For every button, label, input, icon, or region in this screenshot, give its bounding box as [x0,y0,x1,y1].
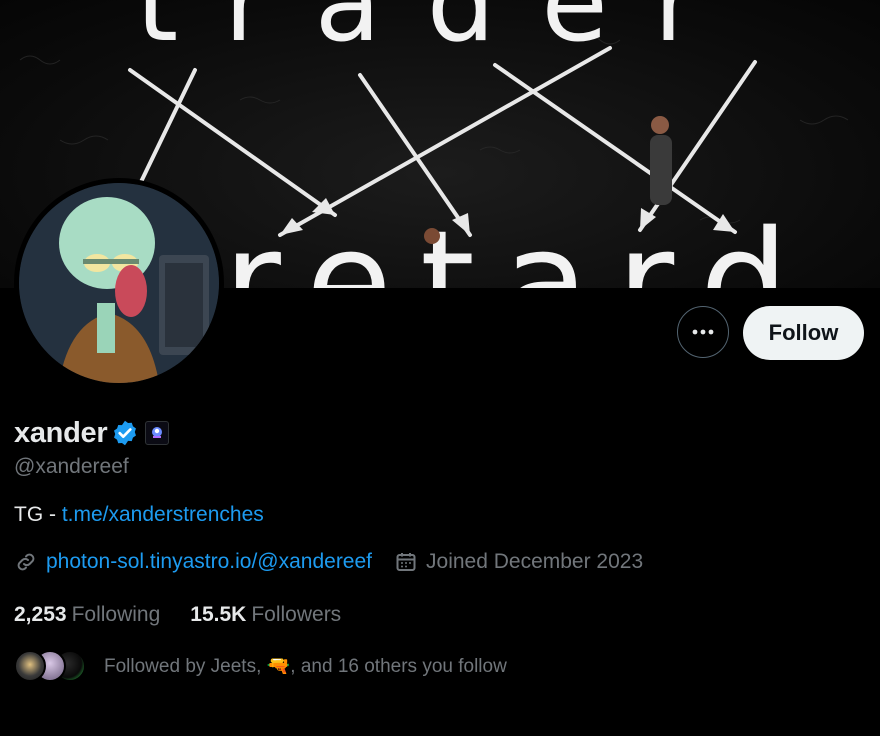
name-row: xander [14,414,170,452]
avatar-image [19,183,219,383]
follower-avatars [14,648,86,684]
following-label: Following [71,603,161,626]
bio-link[interactable]: t.me/xanderstrenches [62,503,264,526]
following-count: 2,253 [14,603,67,626]
bio-prefix: TG - [14,503,62,526]
banner-bottom-word: retard [223,201,816,288]
display-name: xander [14,416,108,449]
link-icon [14,550,38,574]
website-link[interactable]: photon-sol.tinyastro.io/@xandereef [46,550,372,574]
profile-handle: @xandereef [14,455,129,478]
followed-by-row[interactable]: Followed by Jeets, 🔫, and 16 others you … [14,648,507,684]
followers-label: Followers [251,603,342,626]
banner-top-word: trader [136,0,744,66]
more-options-button[interactable] [677,306,729,358]
verified-badge-icon[interactable] [111,419,139,447]
profile-stats: 2,253 Following 15.5K Followers [14,603,341,627]
more-horizontal-icon [692,329,714,335]
calendar-icon [394,550,418,574]
profile-avatar[interactable] [14,178,224,388]
followed-by-text: Followed by Jeets, 🔫, and 16 others you … [104,656,507,677]
profile-bio: TG - t.me/xanderstrenches [14,503,264,527]
affiliate-badge-icon[interactable] [145,421,170,445]
follower-avatar [14,650,46,682]
followers-stat[interactable]: 15.5K Followers [190,603,341,627]
followers-count: 15.5K [190,603,247,626]
joined-date: Joined December 2023 [426,550,644,573]
profile-meta: photon-sol.tinyastro.io/@xandereef Joine… [14,550,643,574]
following-stat[interactable]: 2,253 Following [14,603,160,627]
follow-button[interactable]: Follow [743,306,864,360]
